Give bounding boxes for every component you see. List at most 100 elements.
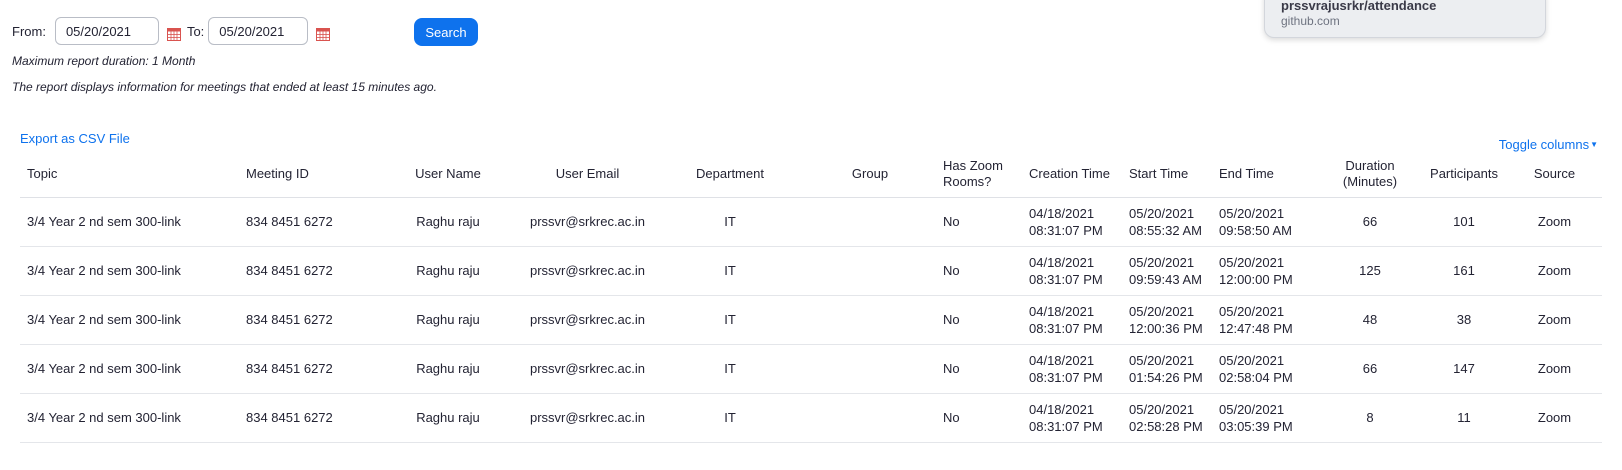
- column-header-meeting-id[interactable]: Meeting ID: [242, 152, 380, 198]
- column-header-duration[interactable]: Duration (Minutes): [1319, 152, 1421, 198]
- column-header-has-zoom-rooms[interactable]: Has Zoom Rooms?: [939, 152, 1025, 198]
- export-csv-link[interactable]: Export as CSV File: [20, 131, 130, 146]
- time-text: 12:00:00 PM: [1219, 271, 1293, 287]
- cell-user-email: prssvr@srkrec.ac.in: [516, 246, 659, 296]
- column-header-group[interactable]: Group: [801, 152, 939, 198]
- table-row: 3/4 Year 2 nd sem 300-link 834 8451 6272…: [20, 295, 1602, 345]
- time-text: 08:31:07 PM: [1029, 271, 1103, 287]
- link-preview-popup[interactable]: prssvrajusrkr/attendance github.com: [1264, 0, 1546, 38]
- date-text: 05/20/2021: [1129, 254, 1195, 270]
- cell-department: IT: [659, 344, 801, 394]
- table-row: 3/4 Year 2 nd sem 300-link 834 8451 6272…: [20, 246, 1602, 296]
- cell-group: [801, 197, 939, 247]
- date-text: 04/18/2021: [1029, 352, 1095, 368]
- date-text: 05/20/2021: [1219, 254, 1285, 270]
- column-header-user-email[interactable]: User Email: [516, 152, 659, 198]
- column-header-participants[interactable]: Participants: [1421, 152, 1507, 198]
- cell-start-time: 05/20/2021 09:59:43 AM: [1125, 246, 1215, 296]
- caret-down-icon: ▼: [1590, 140, 1598, 149]
- participants-link[interactable]: 11: [1421, 393, 1507, 443]
- cell-group: [801, 344, 939, 394]
- time-text: 03:05:39 PM: [1219, 418, 1293, 434]
- column-header-topic[interactable]: Topic: [20, 152, 242, 198]
- cell-duration: 66: [1319, 197, 1421, 247]
- cell-start-time: 05/20/2021 08:55:32 AM: [1125, 197, 1215, 247]
- search-button[interactable]: Search: [414, 18, 478, 46]
- meetings-report-table: Topic Meeting ID User Name User Email De…: [20, 152, 1602, 443]
- column-header-creation-time[interactable]: Creation Time: [1025, 152, 1125, 198]
- cell-source: Zoom: [1507, 246, 1602, 296]
- cell-start-time: 05/20/2021 01:54:26 PM: [1125, 344, 1215, 394]
- cell-creation-time: 04/18/2021 08:31:07 PM: [1025, 197, 1125, 247]
- time-text: 09:59:43 AM: [1129, 271, 1202, 287]
- max-duration-note: Maximum report duration: 1 Month: [12, 54, 196, 68]
- cell-duration: 8: [1319, 393, 1421, 443]
- time-text: 08:31:07 PM: [1029, 320, 1103, 336]
- date-text: 05/20/2021: [1129, 303, 1195, 319]
- to-date-input[interactable]: [208, 17, 309, 45]
- from-date-input[interactable]: [54, 17, 159, 45]
- cell-department: IT: [659, 246, 801, 296]
- column-header-source[interactable]: Source: [1507, 152, 1602, 198]
- header-line: Rooms?: [943, 174, 992, 190]
- time-text: 02:58:04 PM: [1219, 369, 1293, 385]
- cell-end-time: 05/20/2021 03:05:39 PM: [1215, 393, 1319, 443]
- cell-topic: 3/4 Year 2 nd sem 300-link: [20, 295, 242, 345]
- participants-link[interactable]: 147: [1421, 344, 1507, 394]
- cell-department: IT: [659, 197, 801, 247]
- date-text: 05/20/2021: [1219, 303, 1285, 319]
- header-line: Duration: [1345, 158, 1395, 174]
- cell-end-time: 05/20/2021 12:00:00 PM: [1215, 246, 1319, 296]
- cell-user-name: Raghu raju: [380, 197, 516, 247]
- cell-user-name: Raghu raju: [380, 393, 516, 443]
- participants-link[interactable]: 161: [1421, 246, 1507, 296]
- time-text: 08:31:07 PM: [1029, 222, 1103, 238]
- cell-start-time: 05/20/2021 02:58:28 PM: [1125, 393, 1215, 443]
- cell-user-email: prssvr@srkrec.ac.in: [516, 197, 659, 247]
- date-text: 05/20/2021: [1219, 205, 1285, 221]
- participants-link[interactable]: 38: [1421, 295, 1507, 345]
- time-text: 08:55:32 AM: [1129, 222, 1202, 238]
- participants-link[interactable]: 101: [1421, 197, 1507, 247]
- time-text: 08:31:07 PM: [1029, 418, 1103, 434]
- date-text: 05/20/2021: [1129, 401, 1195, 417]
- cell-creation-time: 04/18/2021 08:31:07 PM: [1025, 344, 1125, 394]
- cell-duration: 48: [1319, 295, 1421, 345]
- time-text: 01:54:26 PM: [1129, 369, 1203, 385]
- popup-subtitle: github.com: [1281, 14, 1340, 28]
- calendar-icon[interactable]: [316, 27, 331, 41]
- column-header-department[interactable]: Department: [659, 152, 801, 198]
- date-text: 05/20/2021: [1129, 205, 1195, 221]
- from-label: From:: [12, 23, 46, 39]
- table-row: 3/4 Year 2 nd sem 300-link 834 8451 6272…: [20, 197, 1602, 247]
- date-text: 04/18/2021: [1029, 254, 1095, 270]
- table-row: 3/4 Year 2 nd sem 300-link 834 8451 6272…: [20, 393, 1602, 443]
- calendar-icon[interactable]: [166, 27, 181, 41]
- cell-source: Zoom: [1507, 344, 1602, 394]
- cell-has-zoom-rooms: No: [939, 344, 1025, 394]
- column-header-user-name[interactable]: User Name: [380, 152, 516, 198]
- time-text: 12:47:48 PM: [1219, 320, 1293, 336]
- cell-group: [801, 295, 939, 345]
- cell-source: Zoom: [1507, 197, 1602, 247]
- date-text: 05/20/2021: [1129, 352, 1195, 368]
- popup-title: prssvrajusrkr/attendance: [1281, 0, 1437, 13]
- cell-group: [801, 393, 939, 443]
- cell-department: IT: [659, 295, 801, 345]
- cell-has-zoom-rooms: No: [939, 197, 1025, 247]
- toggle-columns-dropdown[interactable]: Toggle columns▼: [1499, 137, 1598, 152]
- column-header-end-time[interactable]: End Time: [1215, 152, 1319, 198]
- time-text: 12:00:36 PM: [1129, 320, 1203, 336]
- time-text: 09:58:50 AM: [1219, 222, 1292, 238]
- cell-topic: 3/4 Year 2 nd sem 300-link: [20, 246, 242, 296]
- cell-user-email: prssvr@srkrec.ac.in: [516, 393, 659, 443]
- cell-duration: 66: [1319, 344, 1421, 394]
- cell-user-email: prssvr@srkrec.ac.in: [516, 344, 659, 394]
- cell-end-time: 05/20/2021 02:58:04 PM: [1215, 344, 1319, 394]
- cell-end-time: 05/20/2021 09:58:50 AM: [1215, 197, 1319, 247]
- cell-source: Zoom: [1507, 393, 1602, 443]
- cell-user-name: Raghu raju: [380, 246, 516, 296]
- cell-meeting-id: 834 8451 6272: [242, 344, 380, 394]
- cell-user-email: prssvr@srkrec.ac.in: [516, 295, 659, 345]
- column-header-start-time[interactable]: Start Time: [1125, 152, 1215, 198]
